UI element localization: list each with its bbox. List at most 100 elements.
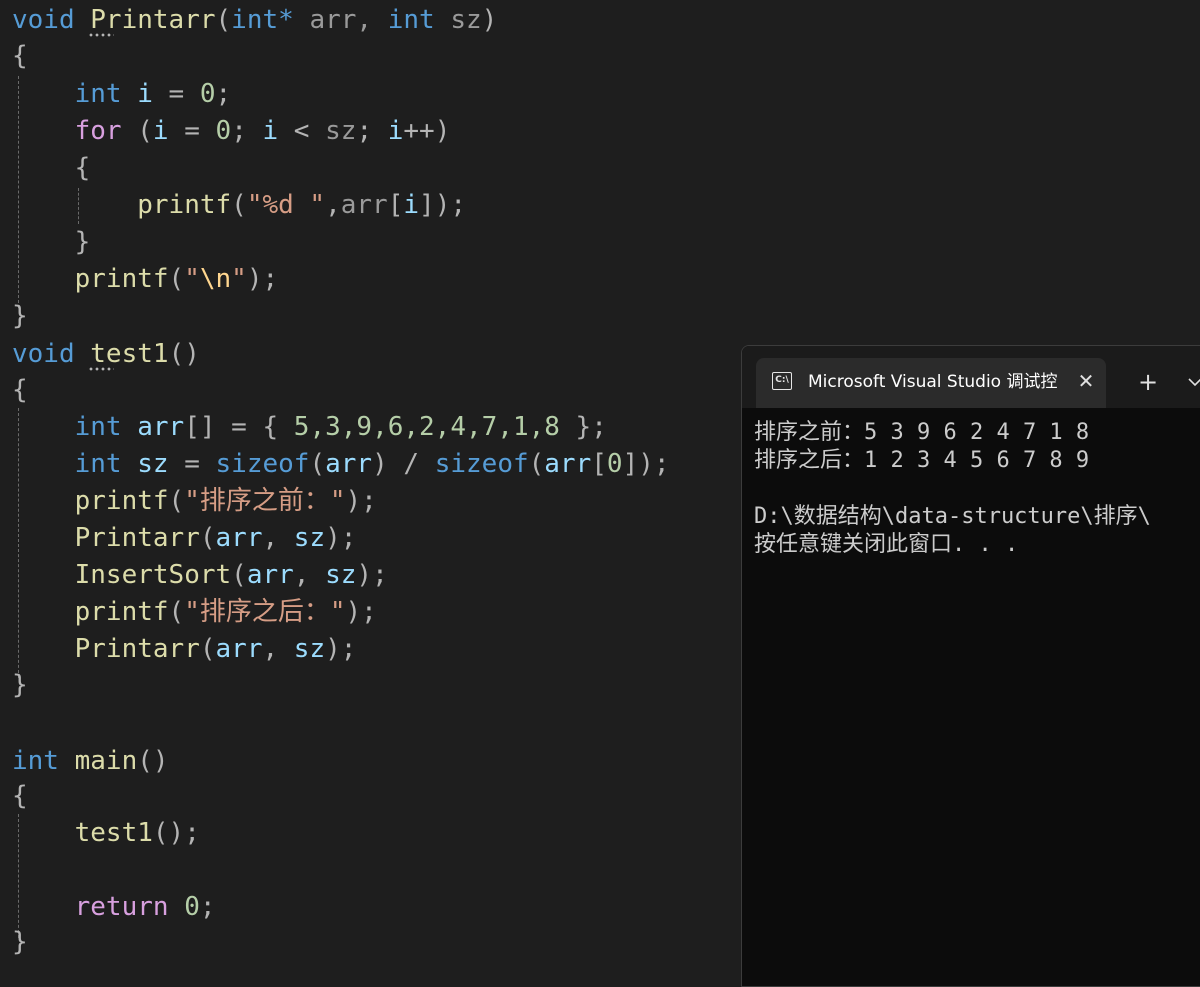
variable: arr	[215, 634, 263, 664]
punctuation: );	[345, 486, 377, 516]
code-line-brace[interactable]: {	[12, 38, 28, 74]
console-tab[interactable]: C:\ Microsoft Visual Studio 调试控 ✕	[756, 358, 1106, 408]
tab-title: Microsoft Visual Studio 调试控	[808, 372, 1058, 392]
function-call: InsertSort	[74, 560, 232, 590]
close-brace: }	[74, 227, 91, 257]
code-line-main-signature[interactable]: int main()	[12, 743, 169, 779]
punctuation: [	[387, 190, 404, 220]
code-line-printf-after[interactable]: printf("排序之后：");	[12, 594, 377, 630]
function-call: Printarr	[74, 523, 200, 553]
new-tab-button[interactable]: +	[1134, 368, 1162, 396]
punctuation: [	[591, 449, 607, 479]
variable: arr	[325, 449, 373, 479]
open-brace: {	[74, 153, 91, 183]
operator: ) /	[372, 449, 435, 479]
variable: sz	[293, 634, 326, 664]
close-brace: }	[12, 927, 28, 957]
variable: i	[262, 116, 279, 146]
code-line-printarr-call[interactable]: Printarr(arr, sz);	[12, 631, 357, 667]
code-line-brace[interactable]: }	[12, 667, 28, 703]
control-keyword: for	[74, 116, 122, 146]
chevron-down-icon[interactable]	[1182, 368, 1200, 396]
console-output-line: D:\数据结构\data-structure\排序\	[754, 504, 1151, 529]
code-line-printf-before[interactable]: printf("排序之前：");	[12, 483, 377, 519]
punctuation: );	[325, 634, 357, 664]
intellisense-dots	[88, 367, 114, 371]
punctuation: );	[434, 190, 466, 220]
punctuation: (	[309, 449, 326, 479]
debug-console-window[interactable]: C:\ Microsoft Visual Studio 调试控 ✕ + 排序之前…	[741, 345, 1200, 987]
number: 0	[199, 79, 216, 109]
close-tab-icon[interactable]: ✕	[1074, 368, 1098, 394]
function-call: printf	[74, 264, 169, 294]
punctuation: (	[215, 5, 232, 35]
variable: arr	[215, 523, 263, 553]
type-keyword: int*	[231, 5, 294, 35]
keyword: int	[74, 449, 122, 479]
code-line-for[interactable]: for (i = 0; i < sz; i++)	[12, 113, 451, 149]
console-output-line: 按任意键关闭此窗口. . .	[754, 532, 1019, 557]
punctuation: ,	[293, 560, 326, 590]
keyword: sizeof	[215, 449, 310, 479]
code-line-printarr-call[interactable]: Printarr(arr, sz);	[12, 520, 357, 556]
function-call: printf	[74, 597, 169, 627]
control-keyword: return	[74, 892, 169, 922]
variable: arr	[544, 449, 592, 479]
punctuation: ,	[262, 523, 294, 553]
operator: =	[168, 449, 216, 479]
code-line-brace[interactable]: {	[12, 150, 91, 186]
string-literal: "%d "	[246, 190, 326, 220]
punctuation: ();	[152, 818, 200, 848]
code-line-printarr-signature[interactable]: void Printarr(int* arr, int sz)	[12, 2, 497, 38]
number: 0	[215, 116, 232, 146]
punctuation: (	[168, 486, 185, 516]
open-brace: {	[12, 781, 28, 811]
function-name: test1	[90, 339, 169, 369]
type-keyword: int	[387, 5, 435, 35]
code-line-return[interactable]: return 0;	[12, 889, 216, 925]
punctuation: ()	[137, 746, 169, 776]
punctuation: ()	[168, 339, 200, 369]
escape-sequence: \n	[199, 264, 232, 294]
function-call: Printarr	[74, 634, 200, 664]
operator: <	[278, 116, 326, 146]
code-line-printf-fmt[interactable]: printf("%d ",arr[i]);	[12, 187, 466, 223]
console-titlebar[interactable]: C:\ Microsoft Visual Studio 调试控 ✕ +	[742, 346, 1200, 408]
function-name: Printarr	[90, 5, 216, 35]
open-brace: {	[12, 375, 28, 405]
cmd-icon: C:\	[772, 372, 792, 390]
code-line-arr-decl[interactable]: int arr[] = { 5,3,9,6,2,4,7,1,8 };	[12, 409, 607, 445]
punctuation: )	[481, 5, 498, 35]
code-line-brace[interactable]: }	[12, 224, 91, 260]
code-line-brace[interactable]: }	[12, 298, 28, 334]
code-line-test1-call[interactable]: test1();	[12, 815, 200, 851]
punctuation: (	[528, 449, 545, 479]
punctuation: ;	[215, 79, 232, 109]
punctuation: (	[199, 634, 216, 664]
string-literal: "	[184, 264, 200, 294]
punctuation: (	[199, 523, 216, 553]
punctuation: );	[356, 560, 388, 590]
punctuation: ]	[622, 449, 639, 479]
punctuation: );	[325, 523, 357, 553]
function-name: main	[58, 746, 138, 776]
punctuation: );	[246, 264, 279, 294]
code-line-printf-newline[interactable]: printf("\n");	[12, 261, 279, 297]
variable: sz	[325, 560, 357, 590]
close-brace: }	[12, 301, 28, 331]
code-line-int-i[interactable]: int i = 0;	[12, 76, 232, 112]
punctuation: ;	[231, 116, 263, 146]
operator: =	[152, 79, 200, 109]
string-literal: "排序之后："	[184, 597, 346, 627]
code-line-sz-decl[interactable]: int sz = sizeof(arr) / sizeof(arr[0]);	[12, 446, 670, 482]
operator: ++)	[403, 116, 451, 146]
code-line-brace[interactable]: {	[12, 372, 28, 408]
code-line-brace[interactable]: {	[12, 778, 28, 814]
code-line-insertsort-call[interactable]: InsertSort(arr, sz);	[12, 557, 388, 593]
keyword: int	[74, 79, 122, 109]
code-line-brace[interactable]: }	[12, 924, 28, 960]
punctuation: ,	[325, 190, 341, 220]
punctuation: (	[231, 560, 247, 590]
operator: =	[168, 116, 216, 146]
